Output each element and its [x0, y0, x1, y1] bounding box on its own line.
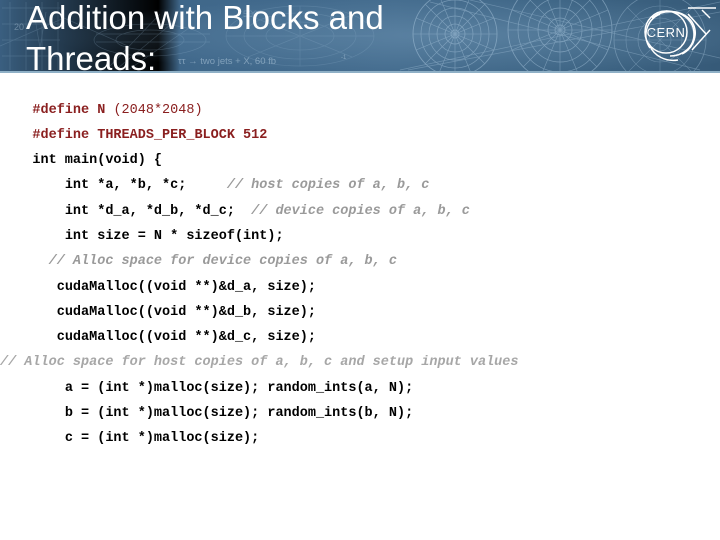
svg-text:0: 0 [330, 15, 335, 24]
code-line: cudaMalloc((void **)&d_b, size); [0, 300, 720, 325]
slide-header-banner: 20 ττ → two jets + X, 60 fb -1 0 — 500 A… [0, 0, 720, 71]
code-token: cudaMalloc((void **)&d_b, size); [56, 304, 316, 320]
code-token: #define [32, 127, 90, 143]
code-line: int size = N * sizeof(int); [0, 224, 720, 249]
code-line: cudaMalloc((void **)&d_c, size); [0, 325, 720, 350]
svg-text:-1: -1 [341, 55, 347, 61]
banner-underline [0, 71, 720, 73]
cern-logo: CERN [644, 7, 716, 62]
code-token: THREADS_PER_BLOCK 512 [97, 127, 268, 143]
code-token: int *a, *b, *c; [64, 178, 187, 194]
code-token: #define [32, 102, 90, 118]
code-token: // host copies of a, b, c [226, 178, 430, 194]
code-token: int size = N * sizeof(int); [64, 228, 284, 244]
presentation-slide: 20 ττ → two jets + X, 60 fb -1 0 — 500 A… [0, 0, 720, 540]
detector-schematic-background: 20 ττ → two jets + X, 60 fb -1 0 — 500 [0, 0, 720, 71]
code-token: int main(void) { [32, 153, 163, 169]
code-block: #define N (2048*2048) #define THREADS_PE… [0, 98, 720, 458]
code-line: cudaMalloc((void **)&d_a, size); [0, 275, 720, 300]
slide-title-overflow: Threads: [26, 71, 626, 91]
code-line: c = (int *)malloc(size); [0, 426, 720, 451]
code-token: cudaMalloc((void **)&d_a, size); [56, 279, 316, 295]
svg-text:—: — [305, 15, 313, 24]
code-line: // Alloc space for device copies of a, b… [0, 249, 720, 274]
code-line: int *d_a, *d_b, *d_c; // device copies o… [0, 199, 720, 224]
code-token: c = (int *)malloc(size); [64, 431, 260, 447]
code-line: #define N (2048*2048) [0, 98, 720, 123]
code-token: // device copies of a, b, c [251, 203, 470, 219]
code-token: int *d_a, *d_b, *d_c; [64, 203, 235, 219]
code-token: a = (int *)malloc(size); random_ints(a, … [64, 380, 414, 396]
code-token: // Alloc space for device copies of a, b… [48, 254, 397, 270]
code-token: // Alloc space for host copies of a, b, … [0, 355, 519, 371]
code-line: int *a, *b, *c; // host copies of a, b, … [0, 173, 720, 198]
code-token: cudaMalloc((void **)&d_c, size); [56, 330, 316, 346]
code-line: b = (int *)malloc(size); random_ints(b, … [0, 401, 720, 426]
code-token: b = (int *)malloc(size); random_ints(b, … [64, 406, 414, 422]
cern-logo-text: CERN [647, 25, 686, 40]
svg-text:500: 500 [243, 9, 258, 19]
svg-text:20: 20 [14, 22, 24, 32]
code-line: // Alloc space for host copies of a, b, … [0, 350, 720, 375]
code-line: #define THREADS_PER_BLOCK 512 [0, 123, 720, 148]
code-line: int main(void) { [0, 148, 720, 173]
svg-text:ττ → two jets + X, 60 fb: ττ → two jets + X, 60 fb [178, 56, 276, 67]
code-token: (2048*2048) [105, 102, 203, 118]
code-line: a = (int *)malloc(size); random_ints(a, … [0, 376, 720, 401]
